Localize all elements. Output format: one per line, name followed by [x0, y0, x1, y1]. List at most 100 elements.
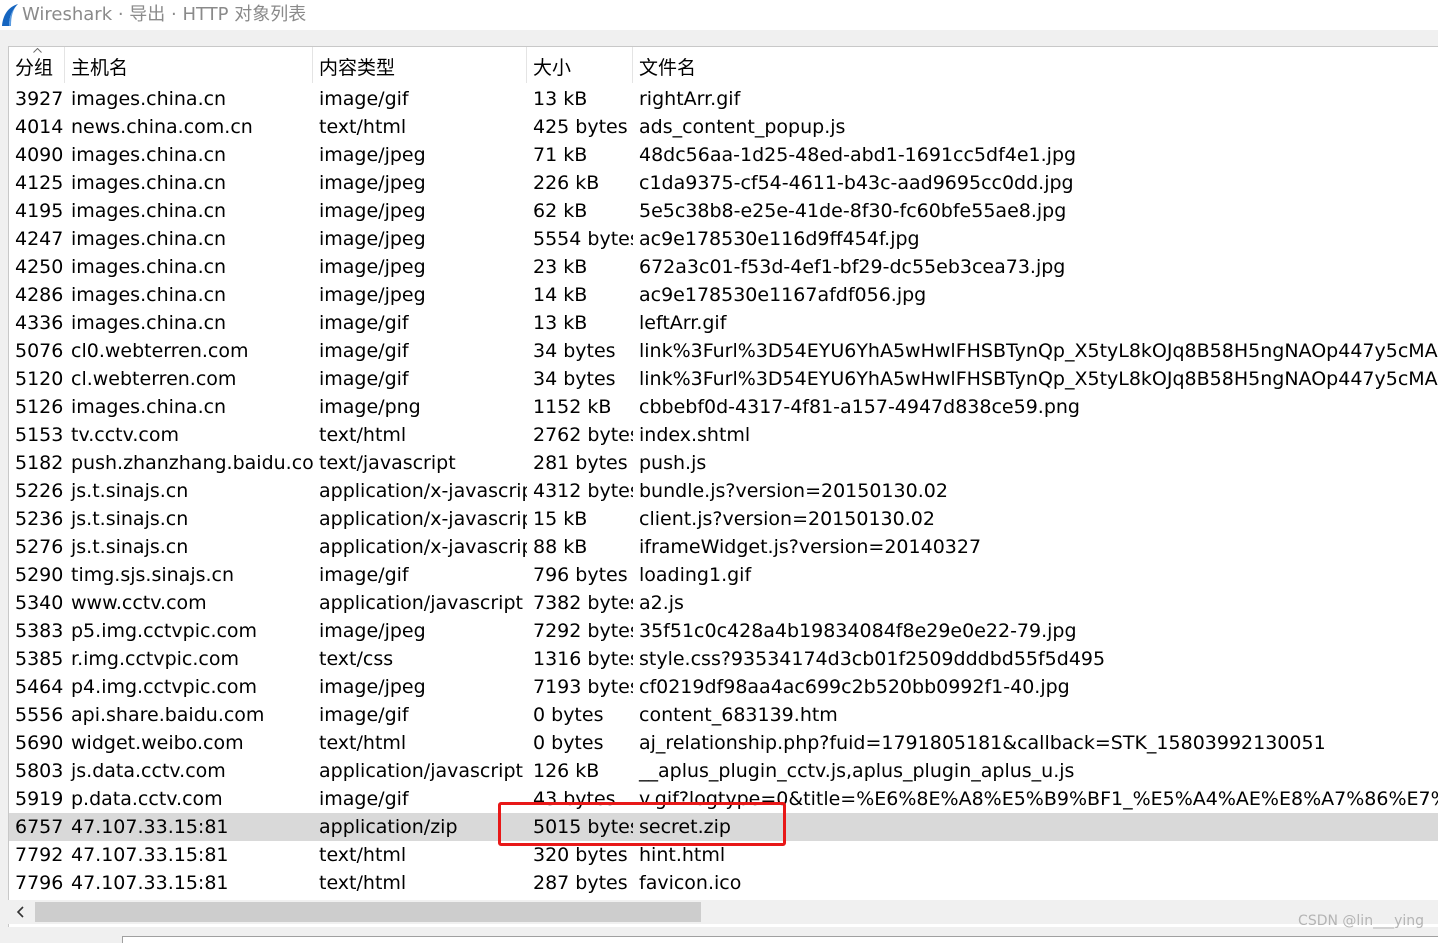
cell-content-type: image/jpeg	[319, 228, 426, 250]
table-row[interactable]: 4247 images.china.cn image/jpeg 5554 bytes a…	[9, 225, 1438, 253]
cell-size: 796 bytes	[533, 564, 628, 586]
cell-content-type: text/html	[319, 424, 407, 446]
cell-packet-number: 5385	[15, 648, 64, 670]
table-row[interactable]: 4336 images.china.cn image/gif 13 kB leftArr…	[9, 309, 1438, 337]
cell-content-type: text/javascript	[319, 452, 456, 474]
cell-hostname: cl0.webterren.com	[71, 340, 249, 362]
table-row[interactable]: 4250 images.china.cn image/jpeg 23 kB 672a3c…	[9, 253, 1438, 281]
table-row[interactable]: 5236 js.t.sinajs.cn application/x-javascri…	[9, 505, 1438, 533]
cell-hostname: www.cctv.com	[71, 592, 207, 614]
cell-content-type: application/zip	[319, 816, 458, 838]
table-row[interactable]: 3927 images.china.cn image/gif 13 kB rightAr…	[9, 85, 1438, 113]
cell-hostname: api.share.baidu.com	[71, 704, 265, 726]
table-row[interactable]: 5290 timg.sjs.sinajs.cn image/gif 796 bytes…	[9, 561, 1438, 589]
cell-filename: favicon.ico	[639, 872, 742, 894]
cell-content-type: application/x-javascript	[319, 480, 527, 502]
cell-hostname: images.china.cn	[71, 200, 227, 222]
table-row[interactable]: 5226 js.t.sinajs.cn application/x-javascri…	[9, 477, 1438, 505]
table-row[interactable]: 5276 js.t.sinajs.cn application/x-javascri…	[9, 533, 1438, 561]
cell-hostname: p4.img.cctvpic.com	[71, 676, 258, 698]
cell-packet-number: 4250	[15, 256, 64, 278]
cell-packet-number: 5126	[15, 396, 64, 418]
table-row[interactable]: 4090 images.china.cn image/jpeg 71 kB 48dc56…	[9, 141, 1438, 169]
cell-filename: link%3Furl%3D54EYU6YhA5wHwlFHSBTynQp_X5t…	[639, 340, 1438, 362]
cell-packet-number: 4090	[15, 144, 64, 166]
table-row[interactable]: 5383 p5.img.cctvpic.com image/jpeg 7292 byt…	[9, 617, 1438, 645]
table-row[interactable]: 7792 47.107.33.15:81 text/html 320 bytes hin…	[9, 841, 1438, 869]
cell-hostname: images.china.cn	[71, 396, 227, 418]
table-row[interactable]: 5464 p4.img.cctvpic.com image/jpeg 7193 byt…	[9, 673, 1438, 701]
cell-size: 43 bytes	[533, 788, 616, 810]
cell-size: 2762 bytes	[533, 424, 633, 446]
cell-packet-number: 4125	[15, 172, 64, 194]
cell-content-type: text/html	[319, 732, 407, 754]
cell-packet-number: 3927	[15, 88, 64, 110]
cell-size: 13 kB	[533, 88, 588, 110]
cell-packet-number: 5340	[15, 592, 64, 614]
table-row[interactable]: 5182 push.zhanzhang.baidu.com text/javascr…	[9, 449, 1438, 477]
column-header-content-type[interactable]: 内容类型	[313, 47, 527, 83]
cell-size: 14 kB	[533, 284, 588, 306]
table-row[interactable]: 5340 www.cctv.com application/javascript 73…	[9, 589, 1438, 617]
table-row[interactable]: 5126 images.china.cn image/png 1152 kB cbbeb…	[9, 393, 1438, 421]
cell-filename: content_683139.htm	[639, 704, 838, 726]
column-label: 文件名	[639, 57, 697, 79]
cell-hostname: js.t.sinajs.cn	[71, 480, 189, 502]
cell-hostname: tv.cctv.com	[71, 424, 179, 446]
table-row[interactable]: 4014 news.china.com.cn text/html 425 bytes a…	[9, 113, 1438, 141]
cell-content-type: image/jpeg	[319, 676, 426, 698]
scroll-left-button[interactable]	[8, 900, 34, 924]
cell-packet-number: 5383	[15, 620, 64, 642]
horizontal-scrollbar[interactable]	[8, 900, 1438, 924]
cell-size: 126 kB	[533, 760, 600, 782]
table-row[interactable]: 4195 images.china.cn image/jpeg 62 kB 5e5c38…	[9, 197, 1438, 225]
cell-packet-number: 5290	[15, 564, 64, 586]
table-row[interactable]: 5153 tv.cctv.com text/html 2762 bytes index.…	[9, 421, 1438, 449]
cell-filename: 35f51c0c428a4b19834084f8e29e0e22-79.jpg	[639, 620, 1077, 642]
cell-hostname: js.data.cctv.com	[71, 760, 226, 782]
table-row[interactable]: 5076 cl0.webterren.com image/gif 34 bytes li…	[9, 337, 1438, 365]
table-row[interactable]: 5556 api.share.baidu.com image/gif 0 bytes c…	[9, 701, 1438, 729]
cell-packet-number: 4336	[15, 312, 64, 334]
title-bar: Wireshark · 导出 · HTTP 对象列表	[0, 0, 1438, 30]
column-label: 大小	[533, 57, 572, 79]
column-header-filename[interactable]: 文件名	[633, 47, 1438, 83]
http-object-list[interactable]: 分组 主机名 内容类型 大小 文件名 3927 images.china.cn im…	[8, 46, 1438, 927]
cell-size: 71 kB	[533, 144, 588, 166]
cell-filename: leftArr.gif	[639, 312, 727, 334]
column-header-packet[interactable]: 分组	[9, 47, 65, 83]
cell-content-type: image/gif	[319, 788, 409, 810]
cell-packet-number: 5236	[15, 508, 64, 530]
cell-filename: secret.zip	[639, 816, 731, 838]
column-header-hostname[interactable]: 主机名	[65, 47, 313, 83]
cell-size: 7382 bytes	[533, 592, 633, 614]
cell-filename: aj_relationship.php?fuid=1791805181&call…	[639, 732, 1326, 754]
table-row[interactable]: 4125 images.china.cn image/jpeg 226 kB c1da9…	[9, 169, 1438, 197]
cell-content-type: text/html	[319, 872, 407, 894]
cell-content-type: application/x-javascript	[319, 536, 527, 558]
table-row[interactable]: 7796 47.107.33.15:81 text/html 287 bytes fav…	[9, 869, 1438, 897]
cell-filename: v.gif?logtype=0&title=%E6%8E%A8%E5%B9%BF…	[639, 788, 1438, 810]
cell-size: 1316 bytes	[533, 648, 633, 670]
table-row[interactable]: 5919 p.data.cctv.com image/gif 43 bytes v.gi…	[9, 785, 1438, 813]
cell-filename: cf0219df98aa4ac699c2b520bb0992f1-40.jpg	[639, 676, 1070, 698]
cell-size: 1152 kB	[533, 396, 612, 418]
scrollbar-thumb[interactable]	[35, 902, 701, 922]
cell-content-type: image/gif	[319, 704, 409, 726]
cell-filename: ac9e178530e1167afdf056.jpg	[639, 284, 927, 306]
column-header-size[interactable]: 大小	[527, 47, 633, 83]
table-row[interactable]: 4286 images.china.cn image/jpeg 14 kB ac9e17…	[9, 281, 1438, 309]
cell-hostname: images.china.cn	[71, 256, 227, 278]
watermark: CSDN @lin___ying	[1298, 913, 1424, 929]
cell-filename: bundle.js?version=20150130.02	[639, 480, 948, 502]
cell-size: 0 bytes	[533, 732, 604, 754]
column-label: 分组	[15, 57, 54, 79]
table-row[interactable]: 5385 r.img.cctvpic.com text/css 1316 bytes s…	[9, 645, 1438, 673]
cell-hostname: timg.sjs.sinajs.cn	[71, 564, 235, 586]
table-row[interactable]: 6757 47.107.33.15:81 application/zip 5015 b…	[9, 813, 1438, 841]
cell-content-type: image/png	[319, 396, 421, 418]
cell-hostname: 47.107.33.15:81	[71, 844, 229, 866]
table-row[interactable]: 5803 js.data.cctv.com application/javascri…	[9, 757, 1438, 785]
table-row[interactable]: 5690 widget.weibo.com text/html 0 bytes aj_r…	[9, 729, 1438, 757]
table-row[interactable]: 5120 cl.webterren.com image/gif 34 bytes lin…	[9, 365, 1438, 393]
